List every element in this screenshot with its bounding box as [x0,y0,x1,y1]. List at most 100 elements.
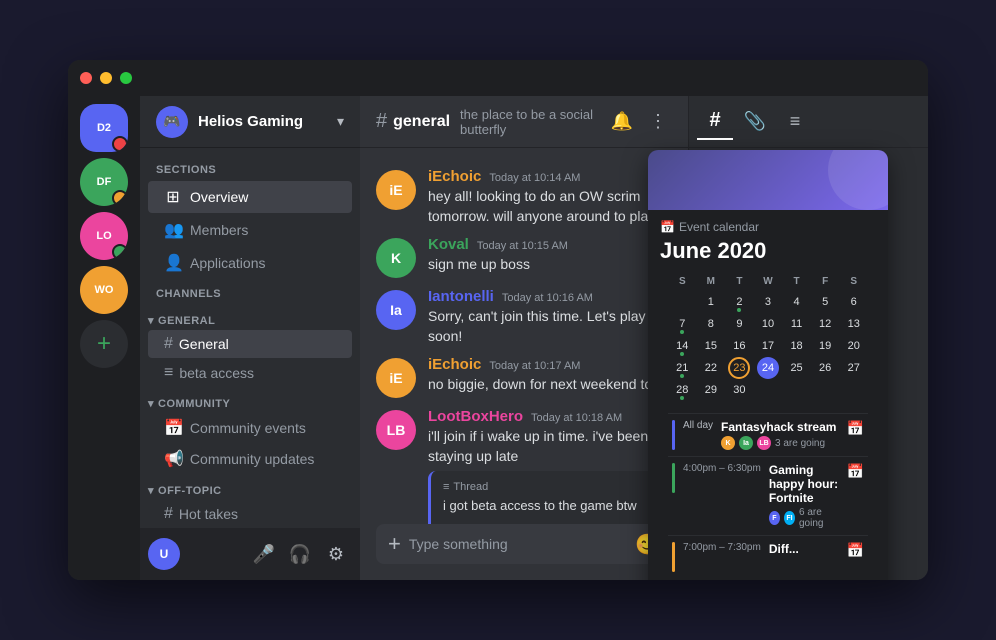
maximize-button[interactable] [120,72,132,84]
close-button[interactable] [80,72,92,84]
panel-header: # 📎 ≡ [689,96,928,148]
thread-box: ≡ Thread i got beta access to the game b… [428,471,672,524]
calendar-date[interactable]: 1 [700,291,722,313]
calendar-date[interactable]: 25 [786,357,808,379]
calendar-date[interactable]: 4 [786,291,808,313]
sections-label: Sections [140,156,360,180]
calendar-date[interactable]: 22 [700,357,722,379]
event-calendar-icon[interactable]: 📅 [847,542,864,559]
event-calendar-icon[interactable]: 📅 [847,420,864,437]
message-username: LootBoxHero [428,408,523,425]
category-community[interactable]: ▾ Community [140,391,360,412]
calendar-date[interactable]: 30 [728,379,750,401]
channel-community-events[interactable]: 📅 Community events [148,413,352,443]
add-server-button[interactable]: + [80,320,128,368]
server-label-df: DF [97,176,112,188]
server-icon-df[interactable]: DF [80,158,128,206]
server-icon-wo[interactable]: WO [80,266,128,314]
calendar-title-text: Event calendar [688,220,759,234]
server-badge-lo [112,244,128,260]
more-button[interactable]: ⋮ [644,108,672,136]
calendar-date[interactable]: 24 [757,357,779,379]
calendar-date[interactable]: 8 [700,313,722,335]
calendar-date[interactable]: 20 [843,335,865,357]
mic-button[interactable]: 🎤 [248,538,280,570]
channel-name-general: General [179,336,229,352]
grid-icon: ⊞ [164,187,182,207]
add-attachment-button[interactable]: + [388,531,401,557]
day-label: T [782,276,811,287]
calendar-date[interactable]: 5 [814,291,836,313]
calendar-grid: S M T W T F S 12345678910111213141516171… [688,272,876,409]
sidebar: 🎮 Helios Gaming ▾ Sections ⊞ Overview 👥 … [140,96,360,580]
sidebar-item-members[interactable]: 👥 Members [148,214,352,246]
calendar-date[interactable]: 27 [843,357,865,379]
tab-search[interactable]: ≡ [777,104,813,140]
calendar-date[interactable]: 16 [728,335,750,357]
event-item: 7:00pm – 7:30pm Diff... 📅 [688,535,868,578]
message-text: no biggie, down for next weekend too [428,375,672,395]
calendar-date[interactable]: 11 [786,313,808,335]
sidebar-bottom: U 🎤 🎧 ⚙ [140,528,360,580]
user-avatar[interactable]: U [148,538,180,570]
calendar-date[interactable]: 13 [843,313,865,335]
calendar-date[interactable]: 14 [688,335,693,357]
channel-hot-takes[interactable]: # Hot takes [148,500,352,528]
message-content: Iantonelli Today at 10:16 AM Sorry, can'… [428,288,672,346]
list-icon: ≡ [164,364,173,382]
calendar-date[interactable]: 17 [757,335,779,357]
calendar-date[interactable]: 9 [728,313,750,335]
channel-beta-access[interactable]: ≡ beta access [148,359,352,387]
calendar-date[interactable]: 3 [757,291,779,313]
calendar-date[interactable]: 26 [814,357,836,379]
calendar-date[interactable]: 2 [728,291,750,313]
megaphone-icon: 📢 [164,449,184,469]
tab-threads[interactable]: # [697,104,733,140]
chevron-icon: ▾ [148,397,154,410]
calendar-date[interactable]: 18 [786,335,808,357]
message-header: iEchoic Today at 10:17 AM [428,356,672,373]
calendar-date[interactable]: 10 [757,313,779,335]
calendar-date[interactable]: 23 [728,357,750,379]
category-offtopic[interactable]: ▾ Off-topic [140,478,360,499]
calendar-date[interactable]: 21 [688,357,693,379]
settings-button[interactable]: ⚙ [320,538,352,570]
calendar-date[interactable]: 15 [700,335,722,357]
hash-icon: # [164,335,173,353]
event-info: Fantasyhack stream K Ia LB 3 are going [721,420,839,450]
day-label: T [725,276,754,287]
channel-general[interactable]: # General [148,330,352,358]
calendar-date[interactable]: 7 [688,313,693,335]
calendar-date[interactable]: 12 [814,313,836,335]
channel-community-updates[interactable]: 📢 Community updates [148,444,352,474]
headset-button[interactable]: 🎧 [284,538,316,570]
event-name: Gaming happy hour: Fortnite [769,463,839,505]
server-header[interactable]: 🎮 Helios Gaming ▾ [140,96,360,148]
sidebar-item-applications[interactable]: 👤 Applications [148,247,352,279]
message-content: iEchoic Today at 10:14 AM hey all! looki… [428,168,672,226]
message-header: Iantonelli Today at 10:16 AM [428,288,672,305]
avatar: iE [376,358,416,398]
category-general[interactable]: ▾ General [140,308,360,329]
calendar-title: 📅 Event calendar [688,220,876,234]
applications-icon: 👤 [164,253,182,273]
calendar-date[interactable]: 28 [688,379,693,401]
day-label: M [697,276,726,287]
chat-title: # general the place to be a social butte… [376,107,600,137]
calendar-date[interactable]: 6 [843,291,865,313]
server-rail: D2 DF LO WO + [68,96,140,580]
sidebar-item-overview[interactable]: ⊞ Overview [148,181,352,213]
calendar-days-header: S M T W T F S [688,276,868,287]
minimize-button[interactable] [100,72,112,84]
calendar-date[interactable]: 19 [814,335,836,357]
calendar-date[interactable]: 29 [700,379,722,401]
server-icon-lo[interactable]: LO [80,212,128,260]
message-input[interactable] [409,524,627,564]
tab-attachments[interactable]: 📎 [737,104,773,140]
event-calendar-icon[interactable]: 📅 [847,463,864,480]
event-info: Diff... [769,542,839,556]
avatar: K [376,238,416,278]
server-icon-d2[interactable]: D2 [80,104,128,152]
notification-button[interactable]: 🔔 [608,108,636,136]
avatar: iE [376,170,416,210]
